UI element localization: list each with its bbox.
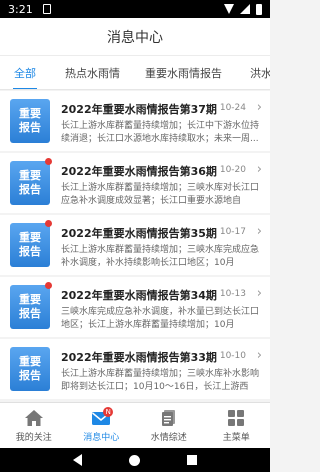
message-item[interactable]: 重要 报告 2022年重要水雨情报告第37期 10-24 › 长江上游水库群蓄量持… xyxy=(0,91,270,151)
nav-my-follows[interactable]: 我的关注 xyxy=(0,403,68,448)
chevron-right-icon: › xyxy=(256,100,262,115)
bottom-nav: 我的关注 N 消息中心 水情综述 主菜单 xyxy=(0,402,270,448)
nav-message-center[interactable]: N 消息中心 xyxy=(68,403,136,448)
wifi-icon xyxy=(224,4,234,14)
message-title: 2022年重要水雨情报告第37期 xyxy=(61,103,217,116)
message-date: 10-13 xyxy=(219,289,246,299)
nav-water-summary[interactable]: 水情综述 xyxy=(135,403,203,448)
page-title: 消息中心 xyxy=(107,29,163,46)
chevron-right-icon: › xyxy=(256,348,262,363)
message-date: 10-24 xyxy=(219,103,246,113)
message-title: 2022年重要水雨情报告第33期 xyxy=(61,351,217,364)
message-date: 10-20 xyxy=(219,165,246,175)
clock: 3:21 xyxy=(8,2,33,16)
message-date: 10-17 xyxy=(219,227,246,237)
home-icon xyxy=(24,408,44,428)
battery-icon xyxy=(256,3,262,15)
message-summary: 长江上游水库群蓄量持续增加；三峡水库补水影响即将到达长江口；10月10～16日，… xyxy=(61,369,259,392)
message-item[interactable]: 重要 报告 2022年重要水雨情报告第36期 10-20 › 长江上游水库群蓄量持… xyxy=(0,153,270,213)
category-tabs: 全部 热点水雨情 重要水雨情报告 洪水 xyxy=(0,56,270,90)
message-summary: 长江上游水库群蓄量持续增加；三峡水库对长江口应急补水调度成效显著；长江口重要水源… xyxy=(61,183,259,206)
home-button-icon[interactable] xyxy=(128,454,140,466)
sim-card-icon xyxy=(42,4,51,14)
report-badge-icon: 重要 报告 xyxy=(10,99,50,143)
tab-important-reports[interactable]: 重要水雨情报告 xyxy=(145,56,222,89)
message-list: 重要 报告 2022年重要水雨情报告第37期 10-24 › 长江上游水库群蓄量持… xyxy=(0,91,270,402)
chevron-right-icon: › xyxy=(256,224,262,239)
unread-dot xyxy=(45,282,52,289)
report-badge-icon: 重要 报告 xyxy=(10,223,50,267)
message-item[interactable]: 重要 报告 2022年重要水雨情报告第33期 10-10 › 长江上游水库群蓄量持… xyxy=(0,339,270,399)
message-title: 2022年重要水雨情报告第36期 xyxy=(61,165,217,178)
message-summary: 长江上游水库群蓄量持续增加；三峡水库完成应急补水调度，补水持续影响长江口地区；1… xyxy=(61,245,259,268)
signal-icon xyxy=(240,4,250,14)
message-title: 2022年重要水雨情报告第34期 xyxy=(61,289,217,302)
tab-hot-water-rain[interactable]: 热点水雨情 xyxy=(65,56,120,89)
back-icon[interactable] xyxy=(73,454,83,466)
notification-badge: N xyxy=(103,407,114,417)
chevron-right-icon: › xyxy=(256,286,262,301)
report-badge-icon: 重要 报告 xyxy=(10,161,50,205)
page-title-bar: 消息中心 xyxy=(0,18,270,56)
unread-dot xyxy=(45,158,52,165)
message-summary: 长江上游水库群蓄量持续增加；长江中下游水位持续消退；长江口水源地水库持续取水；未… xyxy=(61,121,259,144)
recent-apps-icon[interactable] xyxy=(186,455,197,465)
tab-flood[interactable]: 洪水 xyxy=(250,56,270,89)
document-icon xyxy=(160,408,178,428)
message-date: 10-10 xyxy=(219,351,246,361)
status-bar: 3:21 xyxy=(0,0,270,18)
report-badge-icon: 重要 报告 xyxy=(10,285,50,329)
grid-icon xyxy=(227,408,245,428)
message-item[interactable]: 重要 报告 2022年重要水雨情报告第35期 10-17 › 长江上游水库群蓄量持… xyxy=(0,215,270,275)
message-summary: 三峡水库完成应急补水调度，补水量已到达长江口地区；长江上游水库群蓄量持续增加；1… xyxy=(61,307,259,330)
message-title: 2022年重要水雨情报告第35期 xyxy=(61,227,217,240)
tab-all[interactable]: 全部 xyxy=(13,56,37,89)
system-navigation-bar xyxy=(0,448,270,472)
report-badge-icon: 重要 报告 xyxy=(10,347,50,391)
chevron-right-icon: › xyxy=(256,162,262,177)
unread-dot xyxy=(45,220,52,227)
message-item[interactable]: 重要 报告 2022年重要水雨情报告第34期 10-13 › 三峡水库完成应急补水… xyxy=(0,277,270,337)
nav-main-menu[interactable]: 主菜单 xyxy=(203,403,271,448)
